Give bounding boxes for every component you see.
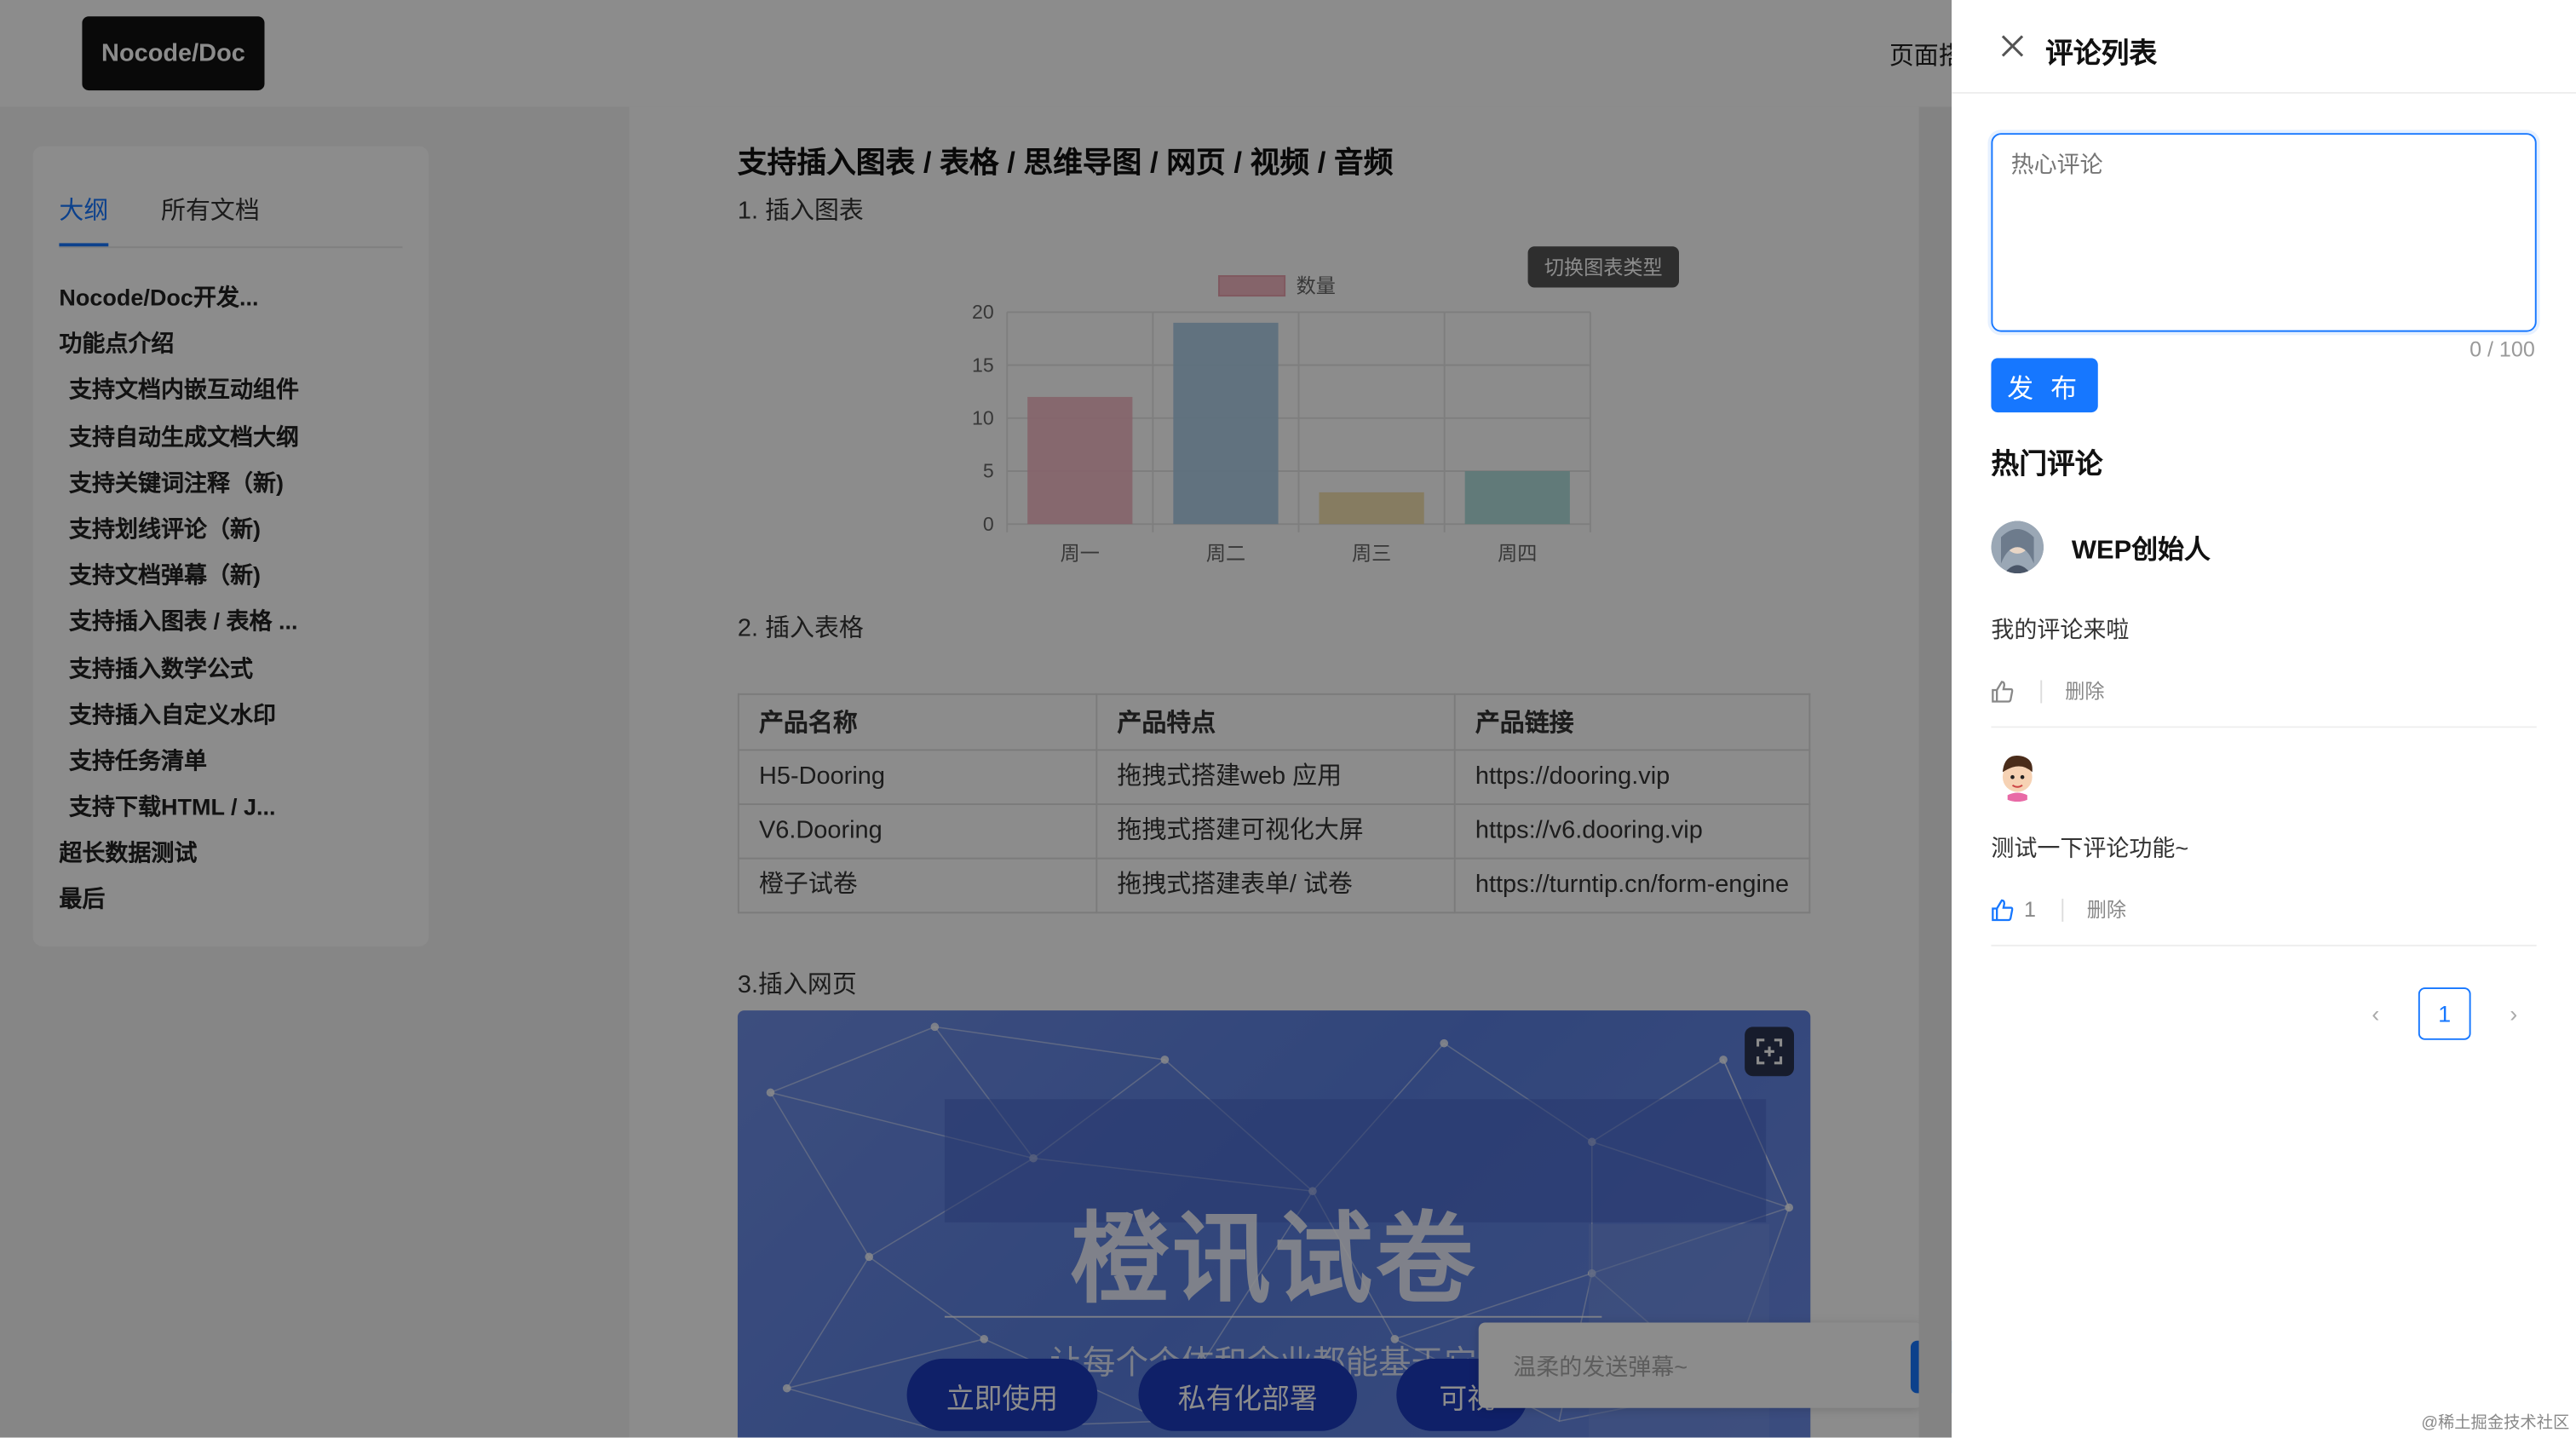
- comment-text: 测试一下评论功能~: [1991, 834, 2189, 861]
- prev-page-icon[interactable]: ‹: [2359, 1000, 2392, 1027]
- comment-text: 我的评论来啦: [1991, 616, 2130, 643]
- app-root: Nocode/Doc 页面搭 大纲 所有文档 Nocode/Doc开发... 功…: [0, 0, 2576, 1438]
- comment-actions: 1 删除: [1991, 895, 2126, 923]
- delete-link[interactable]: 删除: [2087, 895, 2126, 923]
- drawer-title: 评论列表: [2045, 37, 2158, 69]
- avatar: [1991, 521, 2044, 574]
- close-icon[interactable]: [1998, 32, 2027, 61]
- comment-author: WEP创始人: [2071, 537, 2211, 566]
- comments-drawer: 评论列表 0 / 100 发 布 热门评论 WEP创始人 我的评论来啦 删除: [1952, 0, 2576, 1438]
- avatar: [1991, 749, 2044, 802]
- comment-item: 测试一下评论功能~ 1 删除: [1991, 749, 2537, 946]
- delete-link[interactable]: 删除: [2065, 677, 2104, 705]
- pagination: ‹ 1 ›: [2359, 987, 2530, 1040]
- comment-actions: 删除: [1991, 677, 2105, 705]
- like-icon[interactable]: [1991, 898, 2014, 921]
- like-count: 1: [2023, 896, 2036, 922]
- action-divider: [2040, 679, 2043, 703]
- next-page-icon[interactable]: ›: [2497, 1000, 2530, 1027]
- publish-button[interactable]: 发 布: [1991, 358, 2098, 413]
- comment-textarea[interactable]: [1991, 133, 2537, 332]
- page-number-current[interactable]: 1: [2418, 987, 2471, 1040]
- like-icon[interactable]: [1991, 679, 2014, 702]
- hot-comments-title: 热门评论: [1991, 448, 2103, 480]
- site-watermark: @稀土掘金技术社区: [2421, 1414, 2570, 1433]
- comment-item: WEP创始人 我的评论来啦 删除: [1991, 515, 2537, 728]
- drawer-mask[interactable]: [0, 0, 1952, 1438]
- drawer-header: 评论列表: [1952, 0, 2576, 94]
- char-counter: 0 / 100: [2470, 336, 2535, 362]
- action-divider: [2061, 897, 2064, 921]
